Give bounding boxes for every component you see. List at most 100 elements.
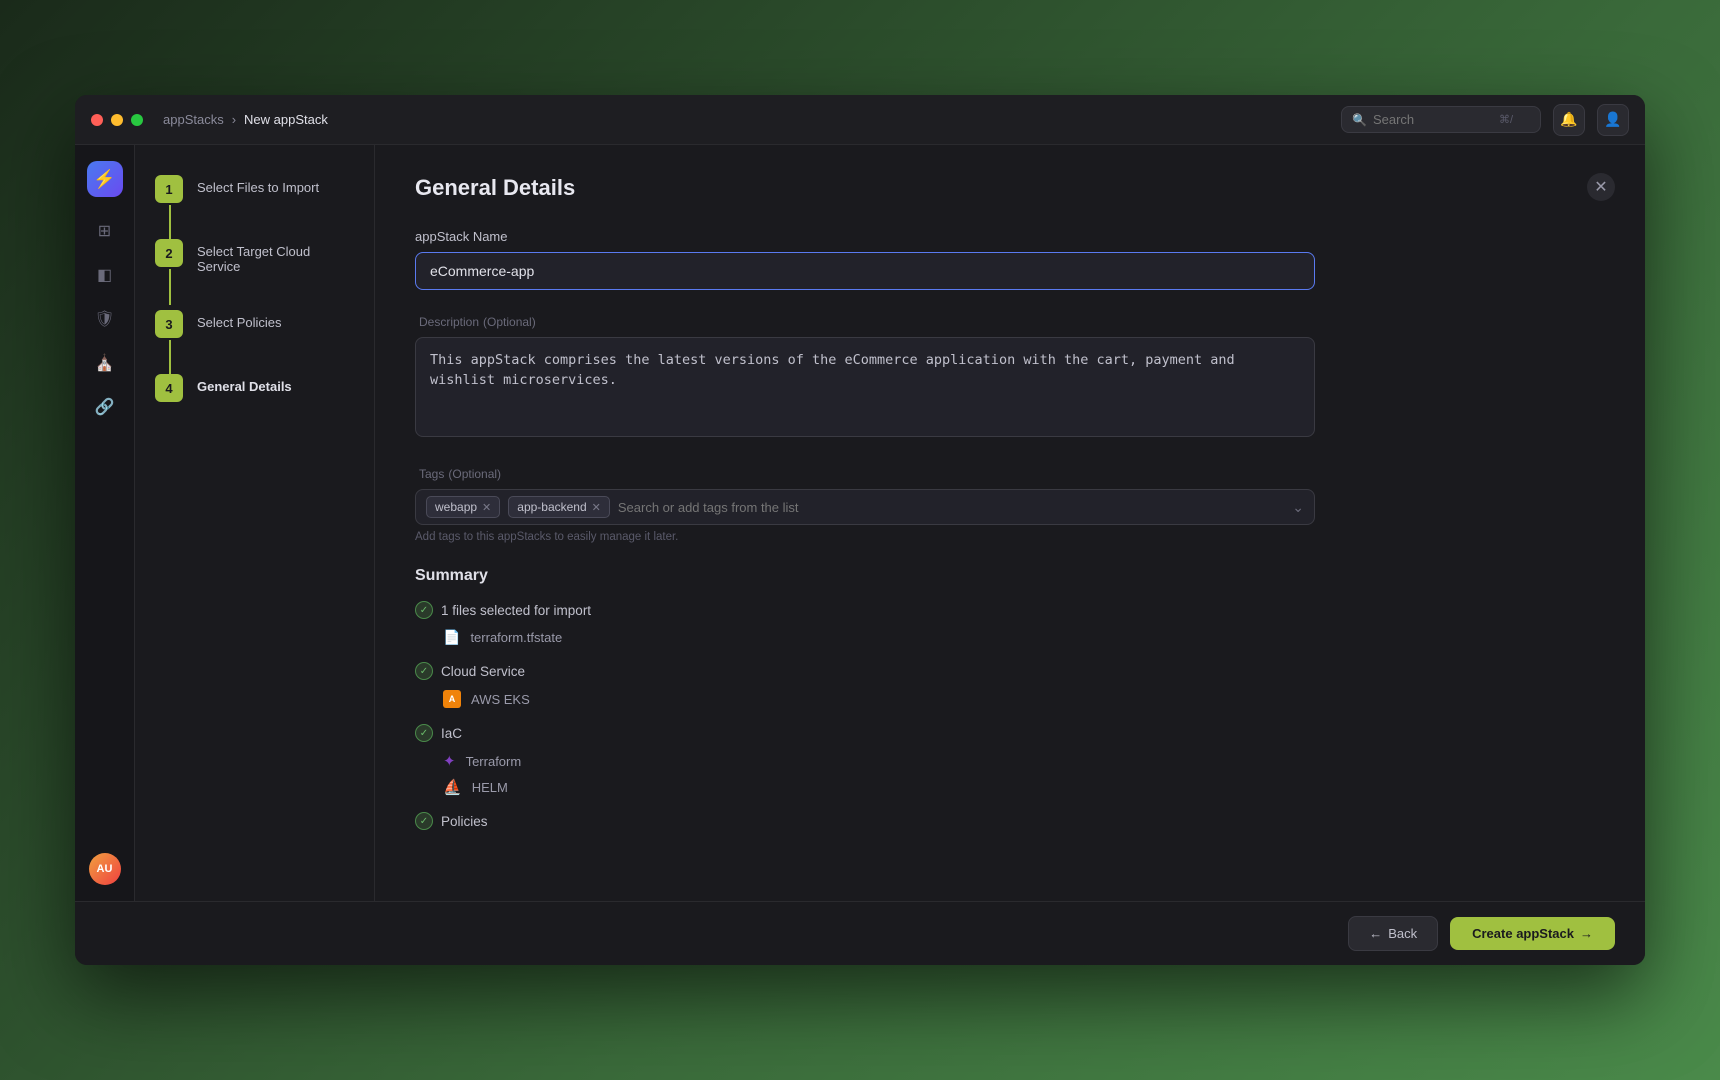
tags-hint: Add tags to this appStacks to easily man… [415, 531, 1315, 543]
iac-check-icon: ✓ [415, 724, 433, 742]
name-label: appStack Name [415, 229, 1315, 244]
summary-iac-label: IaC [441, 726, 462, 741]
tag-app-backend-remove[interactable]: ✕ [592, 501, 601, 514]
steps-panel: 1 Select Files to Import 2 Select Target… [135, 145, 375, 901]
step-label-3[interactable]: Select Policies [197, 310, 282, 330]
step-2: 2 Select Target Cloud Service [155, 239, 354, 310]
summary-policies-label: Policies [441, 814, 488, 829]
step-label-1[interactable]: Select Files to Import [197, 175, 319, 195]
tags-input-row[interactable]: webapp ✕ app-backend ✕ ⌄ [415, 489, 1315, 525]
tag-app-backend-label: app-backend [517, 500, 586, 514]
summary-cloud-label: Cloud Service [441, 664, 525, 679]
policies-check-icon: ✓ [415, 812, 433, 830]
step-3: 3 Select Policies [155, 310, 354, 374]
summary-files-label: 1 files selected for import [441, 603, 591, 618]
description-textarea[interactable]: This appStack comprises the latest versi… [415, 337, 1315, 437]
helm-icon: ⛵ [443, 778, 462, 796]
summary-cloud-item-awseks: A AWS EKS [415, 686, 1315, 712]
minimize-traffic-light[interactable] [111, 114, 123, 126]
sidebar-item-security[interactable]: 🛡 [87, 301, 123, 337]
tags-label: Tags(Optional) [415, 466, 1315, 481]
sidebar-item-stacks[interactable]: ◧ [87, 257, 123, 293]
summary-cloud-value: AWS EKS [471, 692, 530, 707]
aws-badge-icon: A [443, 690, 461, 708]
files-check-icon: ✓ [415, 601, 433, 619]
description-label: Description(Optional) [415, 314, 1315, 329]
keyboard-shortcut-hint: ⌘/ [1499, 113, 1513, 126]
main-layout: ⚡ ⊞ ◧ 🛡 ⛪ 🔗 AU 1 Select Files to Import … [75, 145, 1645, 901]
close-traffic-light[interactable] [91, 114, 103, 126]
sidebar-item-bank[interactable]: ⛪ [87, 345, 123, 381]
step-number-2: 2 [155, 239, 183, 267]
step-connector-3 [169, 340, 171, 376]
summary-iac-value-1: HELM [472, 780, 508, 795]
summary-container: Summary ✓ 1 files selected for import 📄 … [415, 567, 1315, 830]
app-logo[interactable]: ⚡ [87, 161, 123, 197]
sidebar: ⚡ ⊞ ◧ 🛡 ⛪ 🔗 AU [75, 145, 135, 901]
back-arrow-icon: ← [1369, 926, 1382, 941]
tags-field-group: Tags(Optional) webapp ✕ app-backend ✕ ⌄ [415, 466, 1315, 543]
avatar[interactable]: AU [89, 853, 121, 885]
traffic-lights [91, 114, 143, 126]
summary-iac-heading: ✓ IaC [415, 724, 1315, 742]
search-input[interactable] [1373, 112, 1493, 127]
summary-policies-section: ✓ Policies [415, 812, 1315, 830]
file-icon: 📄 [443, 629, 460, 646]
sidebar-item-links[interactable]: 🔗 [87, 389, 123, 425]
sidebar-item-dashboard[interactable]: ⊞ [87, 213, 123, 249]
summary-file-item: 📄 terraform.tfstate [415, 625, 1315, 650]
back-button-label: Back [1388, 926, 1417, 941]
search-icon: 🔍 [1352, 113, 1367, 127]
close-button[interactable]: ✕ [1587, 173, 1615, 201]
bottom-bar: ← Back Create appStack → [75, 901, 1645, 965]
summary-iac-helm: ⛵ HELM [415, 774, 1315, 800]
create-button-label: Create appStack [1472, 926, 1574, 941]
tag-webapp-remove[interactable]: ✕ [482, 501, 491, 514]
summary-policies-heading: ✓ Policies [415, 812, 1315, 830]
summary-files-section: ✓ 1 files selected for import 📄 terrafor… [415, 601, 1315, 650]
app-window: appStacks › New appStack 🔍 ⌘/ 🔔 👤 ⚡ ⊞ ◧ … [75, 95, 1645, 965]
step-number-4: 4 [155, 374, 183, 402]
step-1: 1 Select Files to Import [155, 175, 354, 239]
summary-iac-value-0: Terraform [466, 754, 522, 769]
create-appstack-button[interactable]: Create appStack → [1450, 917, 1615, 950]
appstack-name-input[interactable] [415, 252, 1315, 290]
notification-button[interactable]: 🔔 [1553, 104, 1585, 136]
step-number-1: 1 [155, 175, 183, 203]
summary-cloud-heading: ✓ Cloud Service [415, 662, 1315, 680]
tag-webapp: webapp ✕ [426, 496, 500, 518]
step-label-4[interactable]: General Details [197, 374, 292, 394]
titlebar: appStacks › New appStack 🔍 ⌘/ 🔔 👤 [75, 95, 1645, 145]
summary-iac-section: ✓ IaC ✦ Terraform ⛵ HELM [415, 724, 1315, 800]
step-connector-1 [169, 205, 171, 241]
summary-title: Summary [415, 567, 1315, 585]
breadcrumb-current: New appStack [244, 112, 328, 127]
user-profile-button[interactable]: 👤 [1597, 104, 1629, 136]
tag-app-backend: app-backend ✕ [508, 496, 610, 518]
form-title: General Details [415, 175, 1315, 201]
form-panel: General Details appStack Name Descriptio… [415, 175, 1315, 830]
breadcrumb: appStacks › New appStack [163, 112, 1341, 127]
step-label-2[interactable]: Select Target Cloud Service [197, 239, 354, 274]
tags-search-input[interactable] [618, 500, 1284, 515]
summary-file-name: terraform.tfstate [470, 630, 562, 645]
terraform-icon: ✦ [443, 752, 456, 770]
summary-files-heading: ✓ 1 files selected for import [415, 601, 1315, 619]
titlebar-right: 🔍 ⌘/ 🔔 👤 [1341, 104, 1629, 136]
breadcrumb-separator: › [232, 112, 236, 127]
cloud-check-icon: ✓ [415, 662, 433, 680]
name-field-group: appStack Name [415, 229, 1315, 290]
search-bar[interactable]: 🔍 ⌘/ [1341, 106, 1541, 133]
back-button[interactable]: ← Back [1348, 916, 1438, 951]
content-area: ✕ General Details appStack Name Descript… [375, 145, 1645, 901]
maximize-traffic-light[interactable] [131, 114, 143, 126]
create-arrow-icon: → [1580, 926, 1593, 941]
summary-iac-terraform: ✦ Terraform [415, 748, 1315, 774]
tag-webapp-label: webapp [435, 500, 477, 514]
step-connector-2 [169, 269, 171, 305]
breadcrumb-parent[interactable]: appStacks [163, 112, 224, 127]
description-field-group: Description(Optional) This appStack comp… [415, 314, 1315, 442]
tags-chevron-icon: ⌄ [1292, 499, 1304, 516]
step-number-3: 3 [155, 310, 183, 338]
summary-cloud-section: ✓ Cloud Service A AWS EKS [415, 662, 1315, 712]
